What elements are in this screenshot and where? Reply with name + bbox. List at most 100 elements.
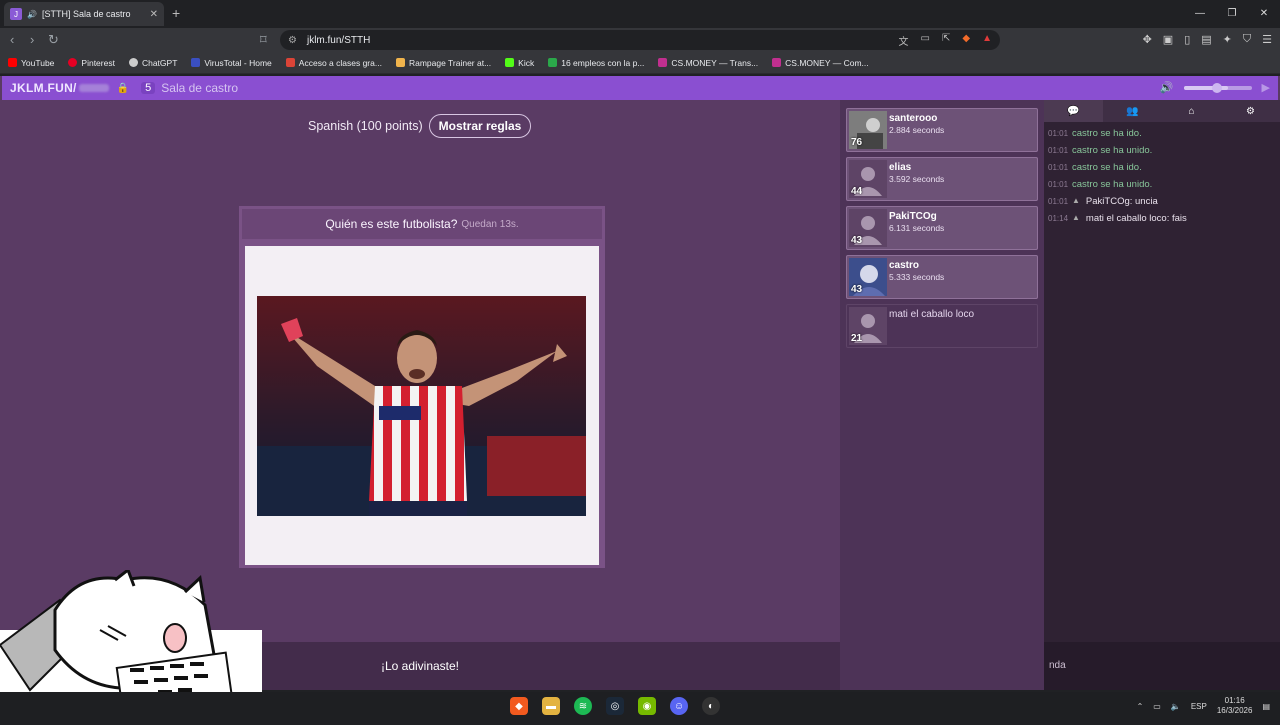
pinterest-icon xyxy=(68,58,78,67)
close-window-button[interactable]: ✕ xyxy=(1248,0,1280,26)
brave-shields-icon[interactable]: ◆ xyxy=(962,33,970,48)
steam-icon[interactable]: ◎ xyxy=(606,697,624,715)
forward-icon[interactable]: › xyxy=(30,32,34,47)
cast-icon[interactable]: ▭ xyxy=(921,33,930,48)
vpn-icon[interactable]: ⛉ xyxy=(1243,33,1251,46)
player-card: 21 mati el caballo loco xyxy=(846,304,1038,348)
back-icon[interactable]: ‹ xyxy=(10,32,14,47)
message-time: 01:01 xyxy=(1048,197,1069,206)
question-image-container xyxy=(245,246,599,565)
kick-icon xyxy=(505,58,515,67)
player-card: 43 castro 5.333 seconds xyxy=(846,255,1038,299)
bookmark-csmoney-trans[interactable]: CS.MONEY — Trans... xyxy=(658,58,758,68)
reload-icon[interactable]: ↻ xyxy=(48,32,59,48)
game-area: Spanish (100 points) Mostrar reglas Quié… xyxy=(0,100,840,642)
user-icon: ▲ xyxy=(1072,213,1080,222)
speaker-icon: 🔊 xyxy=(27,9,37,19)
bookmark-acceso[interactable]: Acceso a clases gra... xyxy=(285,58,382,68)
extensions-icon[interactable]: ✥ xyxy=(1143,33,1152,46)
sidebar-icon[interactable]: ▯ xyxy=(1184,33,1190,46)
restore-button[interactable]: ❐ xyxy=(1216,0,1248,26)
message-time: 01:01 xyxy=(1048,146,1069,155)
player-count-badge: 5 xyxy=(141,82,156,94)
tab-close-icon[interactable]: ✕ xyxy=(150,9,158,20)
wallet-icon[interactable]: ▤ xyxy=(1201,33,1211,46)
tab-search-icon[interactable]: ▣ xyxy=(1163,33,1173,46)
translate-icon[interactable]: 文 xyxy=(899,33,909,48)
chat-input[interactable]: nda xyxy=(1044,642,1280,690)
minimize-button[interactable]: — xyxy=(1184,0,1216,26)
people-tab-icon[interactable]: 👥 xyxy=(1103,100,1162,122)
player-name: mati el caballo loco xyxy=(889,309,975,320)
volume-controls: 🔊 ▶ xyxy=(1160,81,1270,94)
url-bar[interactable]: ⚙ jklm.fun/STTH 文 ▭ ⇱ ◆ ▲ xyxy=(280,30,1000,50)
player-card: 43 PakiTCOg 6.131 seconds xyxy=(846,206,1038,250)
question-header: Quién es este futbolista? Quedan 13s. xyxy=(242,209,602,239)
footballer-photo xyxy=(257,296,586,516)
address-toolbar: ‹ › ↻ ⌑ ⚙ jklm.fun/STTH 文 ▭ ⇱ ◆ ▲ ✥ ▣ ▯ … xyxy=(0,28,1280,52)
nvidia-icon[interactable]: ◉ xyxy=(638,697,656,715)
volume-slider[interactable] xyxy=(1183,82,1252,93)
youtube-icon xyxy=(8,58,17,67)
bookmark-kick[interactable]: Kick xyxy=(505,58,534,68)
notification-icon[interactable]: ▤ xyxy=(1262,702,1270,711)
message-time: 01:14 xyxy=(1048,214,1069,223)
home-tab-icon[interactable]: ⌂ xyxy=(1162,100,1221,122)
menu-icon[interactable]: ☰ xyxy=(1262,33,1272,46)
bookmark-rampage[interactable]: Rampage Trainer at... xyxy=(395,57,492,68)
bookmark-label: CS.MONEY — Trans... xyxy=(671,57,759,68)
question-text: Quién es este futbolista? xyxy=(325,217,458,231)
csmoney-icon xyxy=(658,58,668,67)
language-indicator[interactable]: ESP xyxy=(1191,702,1207,711)
chat-input-value: nda xyxy=(1049,660,1066,671)
player-name: castro xyxy=(889,260,920,271)
url-text: jklm.fun/STTH xyxy=(306,34,371,46)
show-rules-button[interactable]: Mostrar reglas xyxy=(428,114,532,138)
volume-knob[interactable] xyxy=(1211,82,1222,93)
share-icon[interactable]: ⇱ xyxy=(942,33,950,48)
new-tab-button[interactable]: + xyxy=(172,5,180,21)
bookmark-virustotal[interactable]: VirusTotal - Home xyxy=(191,57,272,68)
bookmark-icon[interactable]: ⌑ xyxy=(260,32,267,48)
speaker-icon[interactable]: 🔊 xyxy=(1160,81,1174,94)
bookmark-label: Kick xyxy=(518,57,535,68)
spotify-icon[interactable]: ≋ xyxy=(574,697,592,715)
browser-tab[interactable]: J 🔊 [STTH] Sala de castro ✕ xyxy=(4,2,164,26)
bookmark-label: VirusTotal - Home xyxy=(204,57,272,68)
clock[interactable]: 01:16 16/3/2026 xyxy=(1217,696,1253,716)
chevron-up-icon[interactable]: ⌃ xyxy=(1137,702,1144,711)
player-score: 76 xyxy=(851,137,863,148)
players-panel: 76 santerooo 2.884 seconds 44 elias 3.59… xyxy=(840,100,1044,690)
bookmark-youtube[interactable]: YouTube xyxy=(8,58,54,68)
chat-message: 01:01 castro se ha ido. xyxy=(1048,128,1276,139)
site-info-icon[interactable]: ⚙ xyxy=(288,35,297,46)
chat-message: 01:14 ▲ mati el caballo loco: fais xyxy=(1048,213,1276,224)
app-logo[interactable]: JKLM.FUN/ xyxy=(10,81,77,95)
discord-icon[interactable]: ☺ xyxy=(670,697,688,715)
play-icon[interactable]: ▶ xyxy=(1262,81,1270,94)
bookmark-chatgpt[interactable]: ChatGPT xyxy=(128,58,177,68)
message-text: castro se ha unido. xyxy=(1072,145,1153,156)
player-score: 21 xyxy=(851,333,863,344)
csmoney-icon xyxy=(772,58,782,67)
obs-icon[interactable]: ◐ xyxy=(702,697,720,715)
message-text: PakiTCOg: uncia xyxy=(1085,196,1158,207)
file-explorer-icon[interactable]: ▬ xyxy=(542,697,560,715)
leo-icon[interactable]: ✦ xyxy=(1223,33,1232,46)
bookmark-pinterest[interactable]: Pinterest xyxy=(68,58,115,68)
folder-icon xyxy=(395,58,405,67)
network-icon[interactable]: ▭ xyxy=(1153,702,1161,711)
volume-icon[interactable]: 🔈 xyxy=(1171,702,1181,711)
system-tray: ⌃ ▭ 🔈 ESP 01:16 16/3/2026 ▤ xyxy=(1137,696,1270,716)
chat-tab-icon[interactable]: 💬 xyxy=(1044,100,1103,122)
settings-tab-icon[interactable]: ⚙ xyxy=(1221,100,1280,122)
bookmark-label: Rampage Trainer at... xyxy=(408,57,492,68)
player-name: santerooo xyxy=(889,113,938,124)
bookmark-label: 16 empleos con la p... xyxy=(561,57,645,68)
chat-tabs: 💬 👥 ⌂ ⚙ xyxy=(1044,100,1280,122)
brave-rewards-icon[interactable]: ▲ xyxy=(982,33,992,48)
player-score: 43 xyxy=(851,284,863,295)
brave-icon[interactable]: ◆ xyxy=(510,697,528,715)
bookmark-csmoney-com[interactable]: CS.MONEY — Com... xyxy=(772,58,869,68)
bookmark-empleos[interactable]: 16 empleos con la p... xyxy=(548,58,644,68)
